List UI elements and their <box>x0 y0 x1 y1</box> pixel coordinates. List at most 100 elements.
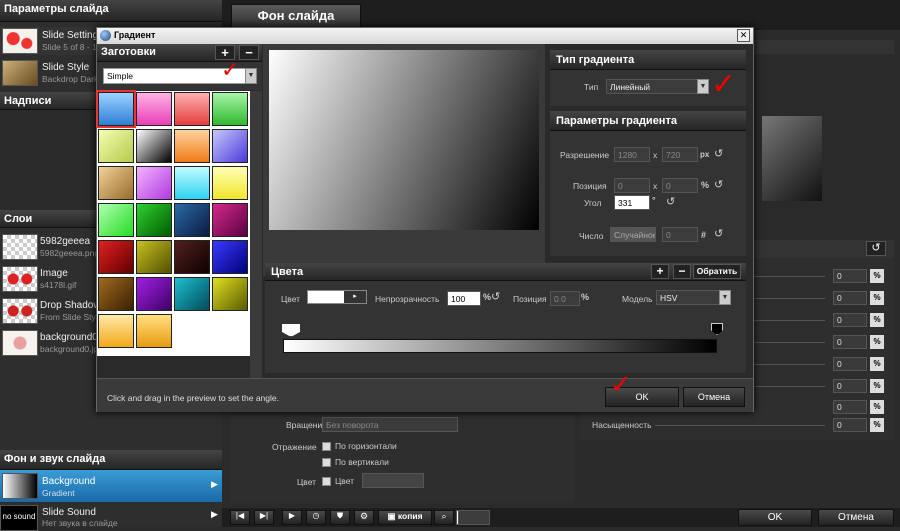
chevron-right-icon[interactable]: ▶ <box>211 509 218 520</box>
preset-swatch[interactable] <box>96 90 136 128</box>
preset-swatch[interactable] <box>212 166 248 200</box>
preset-swatch[interactable] <box>136 166 172 200</box>
reset-icon[interactable]: ↺ <box>714 227 723 240</box>
opacity-input[interactable]: 100 <box>447 291 481 306</box>
checkbox-icon[interactable] <box>322 477 331 487</box>
value-field[interactable]: 0 <box>833 400 867 414</box>
shield-icon[interactable]: ⛊ <box>330 510 350 525</box>
type-select[interactable]: Линейный <box>606 79 698 94</box>
preset-swatch[interactable] <box>136 203 172 237</box>
preset-swatch[interactable] <box>98 203 134 237</box>
gradient-preview[interactable] <box>269 50 539 230</box>
saturation-slider[interactable] <box>655 425 825 426</box>
main-ok-button[interactable]: OK <box>738 509 812 526</box>
px-label: px <box>700 150 710 159</box>
copy-button[interactable]: ▣ копия <box>378 510 432 525</box>
preset-swatch[interactable] <box>98 129 134 163</box>
value-field[interactable]: 0 <box>833 335 867 349</box>
cancel-button[interactable]: Отмена <box>683 387 745 407</box>
preset-swatch[interactable] <box>98 240 134 274</box>
value-field[interactable]: 0 <box>833 313 867 327</box>
checkbox-icon[interactable] <box>322 442 331 452</box>
number-input[interactable]: 0 <box>662 227 698 242</box>
type-label: Тип <box>584 82 599 92</box>
color-swatch[interactable]: ▸ <box>307 290 367 304</box>
remove-preset-button[interactable]: − <box>239 45 259 60</box>
preset-swatch[interactable] <box>212 240 248 274</box>
resolution-height-input[interactable]: 720 <box>662 147 698 162</box>
color-position-label: Позиция <box>513 294 547 304</box>
main-cancel-button[interactable]: Отмена <box>818 509 894 526</box>
checkbox-icon[interactable] <box>322 458 331 468</box>
reset-icon[interactable]: ↺ <box>491 290 500 303</box>
color-stop-black[interactable] <box>711 323 723 335</box>
preset-swatch[interactable] <box>136 314 172 348</box>
reverse-button[interactable]: Обратить <box>693 264 741 279</box>
position-y-input[interactable]: 0 <box>662 178 698 193</box>
value-field[interactable]: 0 <box>833 379 867 393</box>
reflect-h-checkbox[interactable]: По горизонтали <box>322 441 397 452</box>
preset-scrollbar[interactable] <box>250 91 262 378</box>
dialog-titlebar[interactable]: Градиент ✕ <box>97 28 753 44</box>
color-picker[interactable] <box>362 473 424 488</box>
pct-label: % <box>870 291 884 305</box>
bg-item-sound[interactable]: no sound Slide Sound Нет звука в слайде … <box>0 503 222 531</box>
preset-swatch[interactable] <box>98 314 134 348</box>
preset-swatch[interactable] <box>174 203 210 237</box>
preset-swatch[interactable] <box>174 277 210 311</box>
value-field[interactable]: 0 <box>833 357 867 371</box>
bg-item-background[interactable]: Background Gradient ▶ <box>0 470 222 502</box>
add-color-button[interactable]: + <box>651 264 669 279</box>
section-slide-params: Параметры слайда <box>0 0 222 22</box>
preset-swatch[interactable] <box>212 203 248 237</box>
preset-swatch[interactable] <box>136 92 172 126</box>
skip-forward-icon[interactable]: ▶| <box>254 510 274 525</box>
zoom-spacer <box>490 510 496 525</box>
position-x-input[interactable]: 0 <box>614 178 650 193</box>
reset-icon[interactable]: ↺ <box>714 178 723 191</box>
preset-swatch[interactable] <box>174 92 210 126</box>
reset-icon[interactable]: ↺ <box>666 195 675 208</box>
tab-slide-background[interactable]: Фон слайда <box>231 4 361 28</box>
slide-style-thumbnail <box>2 60 38 86</box>
color-stop-white[interactable] <box>281 323 301 337</box>
rotation-select[interactable]: Без поворота <box>322 417 458 432</box>
remove-color-button[interactable]: − <box>673 264 691 279</box>
chevron-right-icon[interactable]: ▸ <box>344 291 366 303</box>
preset-swatch[interactable] <box>136 240 172 274</box>
close-icon[interactable]: ✕ <box>737 29 750 42</box>
play-icon[interactable]: ▶ <box>282 510 302 525</box>
resolution-width-input[interactable]: 1280 <box>614 147 650 162</box>
gear-icon[interactable]: ⚙ <box>354 510 374 525</box>
preset-swatch[interactable] <box>212 129 248 163</box>
value-field[interactable]: 0 <box>833 291 867 305</box>
preset-swatch[interactable] <box>212 277 248 311</box>
random-button[interactable]: Случайное <box>610 227 656 242</box>
preset-swatch[interactable] <box>98 277 134 311</box>
preset-swatch[interactable] <box>174 129 210 163</box>
reset-icon[interactable]: ↺ <box>866 241 886 256</box>
chevron-down-icon[interactable]: ▼ <box>697 79 709 94</box>
timer-icon[interactable]: ◷ <box>306 510 326 525</box>
preset-swatch[interactable] <box>212 92 248 126</box>
reflect-v-checkbox[interactable]: По вертикали <box>322 457 389 468</box>
chevron-down-icon[interactable]: ▼ <box>245 68 257 84</box>
zoom-icon[interactable]: ⌕ <box>434 510 454 525</box>
gradient-bar[interactable] <box>283 339 717 353</box>
chevron-right-icon[interactable]: ▶ <box>211 479 218 490</box>
value-field[interactable]: 0 <box>833 269 867 283</box>
preset-swatch[interactable] <box>174 240 210 274</box>
preset-swatch[interactable] <box>136 129 172 163</box>
model-select[interactable]: HSV <box>656 290 720 305</box>
reset-icon[interactable]: ↺ <box>714 147 723 160</box>
preset-swatch[interactable] <box>174 166 210 200</box>
chevron-down-icon[interactable]: ▼ <box>719 290 731 305</box>
color-position-input[interactable]: 0.0 <box>550 291 580 306</box>
saturation-value[interactable]: 0 <box>833 418 867 432</box>
preset-swatch[interactable] <box>136 277 172 311</box>
angle-input[interactable]: 331 <box>614 195 650 210</box>
color-checkbox[interactable]: Цвет <box>322 476 354 487</box>
preset-swatch[interactable] <box>98 166 134 200</box>
zoom-field-ext[interactable] <box>458 510 490 525</box>
skip-back-icon[interactable]: |◀ <box>230 510 250 525</box>
